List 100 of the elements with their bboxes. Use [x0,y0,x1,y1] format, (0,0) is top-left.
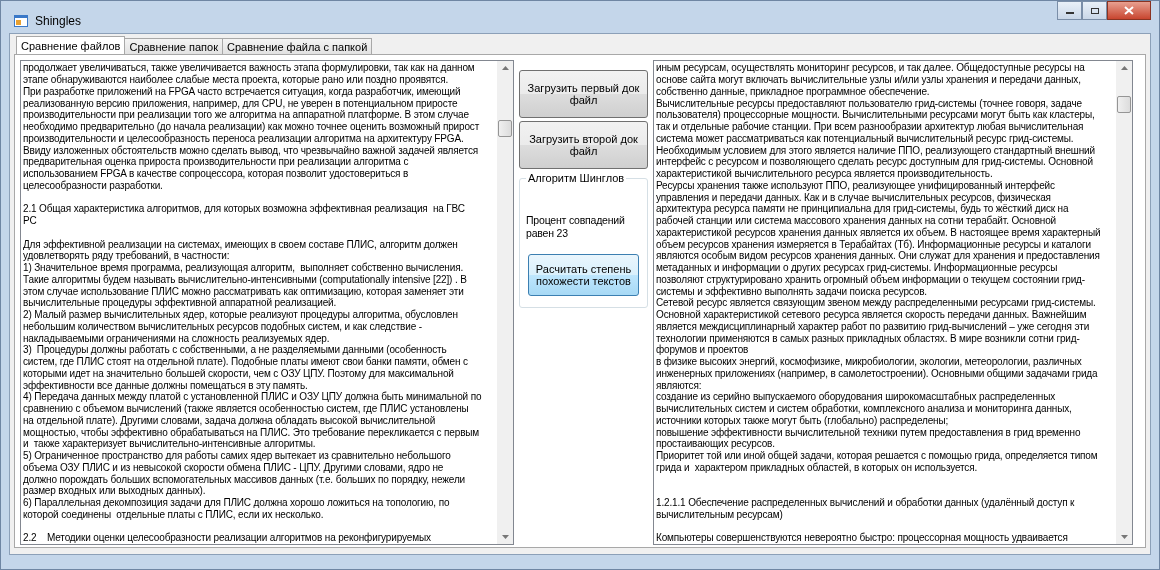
text-line: Ввиду изложенных обстоятельств можно сделать вывод, что чрезвычайно важной задачей является [23,144,480,157]
text-line: Ресурсы хранения также используют ППО, реализующее унифицированный интерфейс [656,179,1056,192]
text-line: удовлетворять ряду требований, в частности: [23,250,231,262]
text-line: этапе обнаруживаются наиболее слабые места проекта, которые рано или поздно проявятся. [23,74,450,86]
maximize-icon [1089,6,1100,15]
text-line: основе сайта могут включать вычислительные узлы и/или узлы хранения и передачи данных, [656,74,1082,86]
text-line: 4) Передача данных между платой с установленной ПЛИС и ОЗУ ЦПУ должна быть минимальной по [23,391,483,403]
text-line: система может рассматриваться как потенциальный вычислительный ресурс грид-системы. [656,132,1075,145]
text-line: и также характеризует вычислительно-интенсивные алгоритмы. [23,438,317,450]
text-line: 2.1 Общая характеристика алгоритмов, для которых возможна эффективная реализация на ГВС [23,203,466,215]
close-button[interactable] [1107,1,1151,20]
text-line: вычислительных систем и систем обработки, комплексного анализа и мониторинга данных, [656,403,1073,415]
text-line: является междисциплинарный характер работ по развитию грид-вычислений – уже сегодня эти [656,320,1091,333]
scrollbar[interactable] [497,61,513,544]
text-line: так и отдельные рабочие станции. При всем разнообразии архитектур любая вычислительная [656,121,1085,133]
text-line: должно порождать больших вспомогательных массивов данных (т.е. больших по порядку, нежели [23,473,467,486]
text-line: создание из серийно выпускаемого оборудования широкомасштабных распределенных [656,391,1057,403]
minimize-button[interactable] [1057,1,1082,20]
text-line: Приоритет той или иной общей задачи, которая решается с помощью грида, определяется типом [656,450,1099,462]
text-line: на отдельной плате). Другими словами, задача должна обладать высокой вычислительной [23,414,437,427]
text-line: 3) Процедуры должны работать с собственными, а не разделяемыми данными (особенность [23,344,447,356]
text-line: вычислительные процедуры эффективной аппаратной реализацией. [23,297,338,309]
text-line: объема ОЗУ ПЛИС и из невысокой скорости обмена ПЛИС - ЦПУ. Другими словами, ядро не [23,461,445,474]
text-line: мощностью, чтобы эффективно обрабатываться на ПЛИС. Это требование перекликается с первым [23,426,481,439]
scroll-down-icon [1120,535,1128,539]
text-line: инженерных приложениях (например, в самолетостроении). Основными общими задачами грида [656,367,1099,380]
text-line: Такие алгоритмы будем называть вычислительно-интенсивными (computationally intensive [22]) . В [23,273,468,286]
text-area[interactable] [653,60,1133,545]
text-line: повышение эффективности вычислительной техники путем предоставления в грид временно [656,426,1082,439]
text-line: грида и характером прикладных областей, в которых он используется. [656,461,979,474]
tab[interactable]: Сравнение файлов [16,36,126,55]
scroll-thumb[interactable] [498,120,512,138]
text-line: пользователя) процессорные мощности. Вычислительными ресурсами могут быть как кластеры, [656,109,1096,121]
tab[interactable]: Сравнение файла с папкой [222,38,373,55]
text-line: производительности и целесообразность переноса реализации алгоритма на архитектуру FPGA. [23,132,465,145]
text-line: небольшим количеством вычислительных ресурсов подобных систем, и как следствие - [23,320,423,333]
text-line: системы и эффективно выполнять задачи поиска ресурсов. [656,285,928,298]
text-line: являются: [656,379,703,392]
close-icon [1124,6,1134,15]
text-line: Необходимым условием для этого является наличие ППО, реализующего стандартный внешний [656,144,1096,157]
scrollbar[interactable] [1116,61,1132,544]
text-line: архитектура ресурса памяти не принципиальна для грид-системы, будь то жёсткий диск на [656,203,1070,215]
text-line: этом случае использование ПЛИС можно рассматривать как оптимизацию, которая заменяет эти [23,285,465,297]
load-first-button[interactable]: Загрузить первый док файл [519,70,648,119]
text-line: использованием FPGA в качестве сопроцессора, которая позволит удостовериться в [23,168,410,180]
text-line: РС [23,215,38,227]
text-line: которыми идет на значительно большей скорости, чем с ОЗУ ЦПУ. Поэтому для максимальной [23,367,455,380]
text-line: интерфейс с ресурсом и позволяющего сделать ресурс доступным для грид-системы. Основной [656,156,1094,168]
text-line: управления и передачи данных. Как и в случае вычислительных ресурсов, физическая [656,191,1052,204]
text-line: метаданных и информации о других ресурсах грид-системы. Информационные ресурсы [656,262,1059,274]
text-line: технологии применяются в самых разных прикладных областях. В мире возникли сотни грид- [656,332,1081,345]
scroll-up-icon [1120,66,1128,71]
window-title: Shingles [35,14,82,29]
text-line: 2.2 Методики оценки целесообразности реализации алгоритмов на реконфигурируемых [23,532,432,544]
scroll-up-icon [501,66,509,71]
text-line: 5) Ограниченное пространство для работы самих ядер вытекает из сравнительно небольшого [23,450,452,462]
scroll-down-icon [501,535,509,539]
text-line: вычислительным ресурсам) [656,508,784,521]
text-line: необходимо предварительно (до начала реализации) как можно точнее оценить возможный прирост [23,121,481,133]
text-line: Для эффективной реализации на системах, имеющих в своем составе ПЛИС, алгоритм должен [23,238,459,251]
text-area[interactable] [20,60,514,545]
text-line: систем, где ПЛИС стоят на отдельной плате). Подобные платы имеют свои банки памяти, обмен с [23,356,469,368]
tab[interactable]: Сравнение папок [124,38,223,55]
text-line: форумов и проектов [656,344,750,356]
maximize-button[interactable] [1082,1,1107,20]
text-line: 1) Значительное время программа, реализующая алгоритм, выполняет собственно вычисления. [23,262,465,274]
text-line: позволяют структурировано хранить огромный объем информации о текущем состоянии грид- [656,273,1086,286]
text-line: являются особым видом ресурсов хранения данных. Они служат для хранения и предоставления [656,250,1101,262]
text-line: объем ресурсов хранения измеряется в Терабайтах (Тб). Информационные ресурсы и каталоги [656,238,1092,251]
result-label: Процент совпадений равен 23 [526,214,626,241]
group-title: Алгоритм Шинглов [526,172,627,185]
text-line: характеристикой вычислительного ресурса является производительность. [656,168,993,180]
text-line: накладываемыми ограничениями на сложность реализуемых ядер. [23,332,331,345]
text-line: сравнению с объемом вычислений (также является особенностью систем, где ПЛИС установлены [23,403,470,415]
text-line: эффективности все данные должны помещаться в эту память. [23,379,309,392]
text-line: которой соединены отдельные платы с ПЛИС, если их несколько. [23,508,325,521]
load-second-button[interactable]: Загрузить второй док файл [519,121,648,170]
text-line: 2) Малый размер вычислительных ядер, которые реализуют процедуры алгоритма, обусловлен [23,309,459,321]
text-line: Вычислительные ресурсы предоставляют пользователю грид-системы (точнее говоря, задаче [656,97,1083,110]
text-line: предварительная оценка прироста производительности при реализации алгоритма с [23,156,410,168]
text-line: Основной характеристикой сетевого ресурса является скорость передачи данных. Важнейшим [656,309,1088,321]
text-line: 1.2.1.1 Обеспечение распределенных вычислений и обработки данных (удалённый доступ к [656,497,1076,509]
text-line: 6) Параллельная декомпозиция задачи для ПЛИС должна хорошо ложиться на топологию, по [23,497,451,509]
scroll-thumb[interactable] [1117,96,1131,114]
text-line: целесообразности разработки. [23,179,164,192]
text-line: реализованную версию приложения, например, для CPU, не уверен в потенциальном приросте [23,97,459,110]
app-icon [13,13,29,30]
text-line: простаивающих ресурсов. [656,438,776,450]
text-line: рабочей станции или система массового хранения данных на сотни терабайт. Основной [656,215,1058,227]
text-line: характеристикой ресурсов хранения данных является их объем. В настоящее время характерный [656,226,1102,239]
text-line: в физике высоких энергий, космофизике, микробиологии, экологии, метеорологии, различных [656,356,1083,368]
text-line: При разработке приложений на FPGA часто встречается ситуация, когда разработчик, имеющий [23,85,462,98]
text-line: иным ресурсам, осуществлять мониторинг ресурсов, и так далее. Общедоступные ресурсы на [656,62,1086,74]
compute-button[interactable]: Расчитать степень похожести текстов [528,254,639,297]
text-line: источники которых также могут быть (глобально) распределены; [656,414,950,427]
text-line: собственно данные, прикладное программное обеспечение. [656,85,931,98]
text-line: Компьютеры совершенствуются невероятно быстро: процессорная мощность удваивается [656,532,1069,544]
text-line: размер входных или выходных данных). [23,485,207,497]
text-line: производительности при реализации того же алгоритма на аппаратной платформе. В этом случае [23,109,470,121]
text-line: продолжает увеличиваться, также увеличивается важность этапа формулировки, так как на данном [23,62,476,74]
